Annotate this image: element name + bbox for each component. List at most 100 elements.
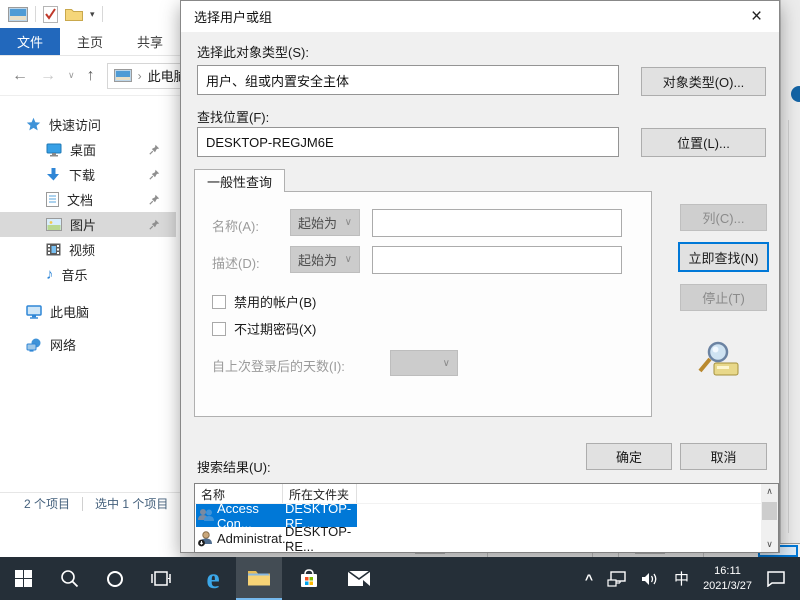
scrollbar-thumb[interactable] <box>762 502 777 520</box>
location-label: 查找位置(F): <box>197 107 269 126</box>
up-button[interactable]: ↑ <box>87 68 95 84</box>
tab-common-queries[interactable]: 一般性查询 <box>194 169 285 192</box>
find-now-button[interactable]: 立即查找(N) <box>678 242 769 272</box>
taskbar: e ^ 中 16:11 2021/3/27 <box>0 557 800 600</box>
days-since-logon-label: 自上次登录后的天数(I): <box>212 356 345 375</box>
tab-share[interactable]: 共享 <box>120 28 180 55</box>
hidden-icons-chevron-icon[interactable]: ^ <box>585 571 593 587</box>
quick-access-star-icon <box>26 117 41 132</box>
search-icon <box>60 569 79 588</box>
sidebar-item-this-pc[interactable]: 此电脑 <box>0 299 176 324</box>
non-expiring-password-checkbox <box>212 322 226 336</box>
pin-icon <box>149 218 160 233</box>
ime-indicator[interactable]: 中 <box>674 568 689 589</box>
dialog-title: 选择用户或组 <box>194 7 272 26</box>
result-folder: DESKTOP-RE... <box>283 524 355 554</box>
cancel-button[interactable]: 取消 <box>680 443 767 470</box>
videos-icon <box>46 243 61 256</box>
forward-button[interactable]: → <box>40 68 56 84</box>
cortana-button[interactable] <box>92 557 138 600</box>
result-name: Access Con... <box>217 501 283 531</box>
ok-button[interactable]: 确定 <box>586 443 672 470</box>
tab-file[interactable]: 文件 <box>0 28 60 55</box>
task-view-icon <box>151 570 171 587</box>
sidebar-item-pictures[interactable]: 图片 <box>0 212 176 237</box>
downloads-icon <box>46 167 61 182</box>
non-expiring-password-label: 不过期密码(X) <box>234 319 316 338</box>
combo-value: 起始为 <box>298 213 337 232</box>
volume-tray-icon[interactable] <box>641 571 660 587</box>
search-results-list[interactable]: 名称 所在文件夹 Access Con... DESKTOP-RE... Adm… <box>194 483 779 553</box>
sidebar-item-downloads[interactable]: 下载 <box>0 162 176 187</box>
navigation-pane: 快速访问 桌面 下载 文档 图片 视频 ♪ 音乐 <box>0 98 176 535</box>
locations-button[interactable]: 位置(L)... <box>641 128 766 157</box>
properties-check-icon[interactable] <box>43 6 58 23</box>
sidebar-item-music[interactable]: ♪ 音乐 <box>0 262 176 287</box>
items-count: 2 个项目 <box>24 495 70 512</box>
chevron-down-icon: ∨ <box>345 217 352 228</box>
mail-icon <box>347 570 371 587</box>
store-icon <box>298 568 320 590</box>
scroll-up-icon[interactable]: ∧ <box>766 486 773 497</box>
object-types-button[interactable]: 对象类型(O)... <box>641 67 766 96</box>
action-center-icon[interactable] <box>766 570 786 587</box>
system-tray: ^ 中 16:11 2021/3/27 <box>585 557 800 600</box>
sidebar-label: 下载 <box>69 165 95 184</box>
columns-button[interactable]: 列(C)... <box>680 204 767 231</box>
object-type-field[interactable]: 用户、组或内置安全主体 <box>197 65 619 95</box>
store-button[interactable] <box>286 557 332 600</box>
search-button[interactable] <box>46 557 92 600</box>
folder-thumbnail-icon <box>8 7 28 22</box>
sidebar-label: 图片 <box>70 215 96 234</box>
breadcrumb-chevron-icon: › <box>138 69 142 83</box>
disabled-accounts-checkbox <box>212 295 226 309</box>
close-icon[interactable]: × <box>734 1 779 32</box>
scroll-down-icon[interactable]: ∨ <box>766 539 773 550</box>
file-explorer-button[interactable] <box>236 557 282 600</box>
clock[interactable]: 16:11 2021/3/27 <box>703 564 752 594</box>
sidebar-label: 网络 <box>50 335 76 354</box>
result-row-administrator[interactable]: Administrat... DESKTOP-RE... <box>195 527 778 550</box>
recent-locations-dropdown-icon[interactable]: ∨ <box>68 70 75 81</box>
this-pc-icon <box>26 305 42 319</box>
start-button[interactable] <box>0 557 46 600</box>
status-separator <box>82 497 83 511</box>
edge-button[interactable]: e <box>190 557 236 600</box>
mail-button[interactable] <box>336 557 382 600</box>
file-explorer-icon <box>247 568 271 587</box>
task-view-button[interactable] <box>138 557 184 600</box>
object-type-label: 选择此对象类型(S): <box>197 42 309 61</box>
edge-icon: e <box>206 564 219 594</box>
qat-customize-icon[interactable]: ▾ <box>90 9 95 20</box>
search-results-label: 搜索结果(U): <box>197 457 271 476</box>
group-icon <box>197 507 215 526</box>
cortana-icon <box>106 570 124 588</box>
disabled-accounts-checkbox-row: 禁用的帐户(B) <box>212 292 316 311</box>
location-value: DESKTOP-REGJM6E <box>206 135 334 150</box>
tab-home[interactable]: 主页 <box>60 28 120 55</box>
sidebar-item-documents[interactable]: 文档 <box>0 187 176 212</box>
location-field[interactable]: DESKTOP-REGJM6E <box>197 127 619 157</box>
stop-button[interactable]: 停止(T) <box>680 284 767 311</box>
network-tray-icon[interactable] <box>607 571 627 587</box>
chevron-down-icon: ∨ <box>443 358 450 369</box>
qat-separator <box>35 6 36 22</box>
tray-time: 16:11 <box>703 564 752 579</box>
sidebar-label: 音乐 <box>62 265 88 284</box>
name-input <box>372 209 622 237</box>
sidebar-item-videos[interactable]: 视频 <box>0 237 176 262</box>
sidebar-label: 快速访问 <box>49 115 101 134</box>
selected-count: 选中 1 个项目 <box>95 495 168 512</box>
back-button[interactable]: ← <box>12 68 28 84</box>
dialog-titlebar[interactable]: 选择用户或组 <box>181 1 779 32</box>
select-users-or-groups-dialog: 选择用户或组 × 选择此对象类型(S): 用户、组或内置安全主体 对象类型(O)… <box>180 0 780 553</box>
new-folder-icon[interactable] <box>65 7 83 21</box>
music-note-icon: ♪ <box>46 267 54 282</box>
sidebar-item-quick-access[interactable]: 快速访问 <box>0 112 176 137</box>
sidebar-item-desktop[interactable]: 桌面 <box>0 137 176 162</box>
pictures-icon <box>46 218 62 231</box>
sidebar-label: 桌面 <box>70 140 96 159</box>
sidebar-item-network[interactable]: 网络 <box>0 332 176 357</box>
non-expiring-password-checkbox-row: 不过期密码(X) <box>212 319 316 338</box>
combo-value: 起始为 <box>298 250 337 269</box>
